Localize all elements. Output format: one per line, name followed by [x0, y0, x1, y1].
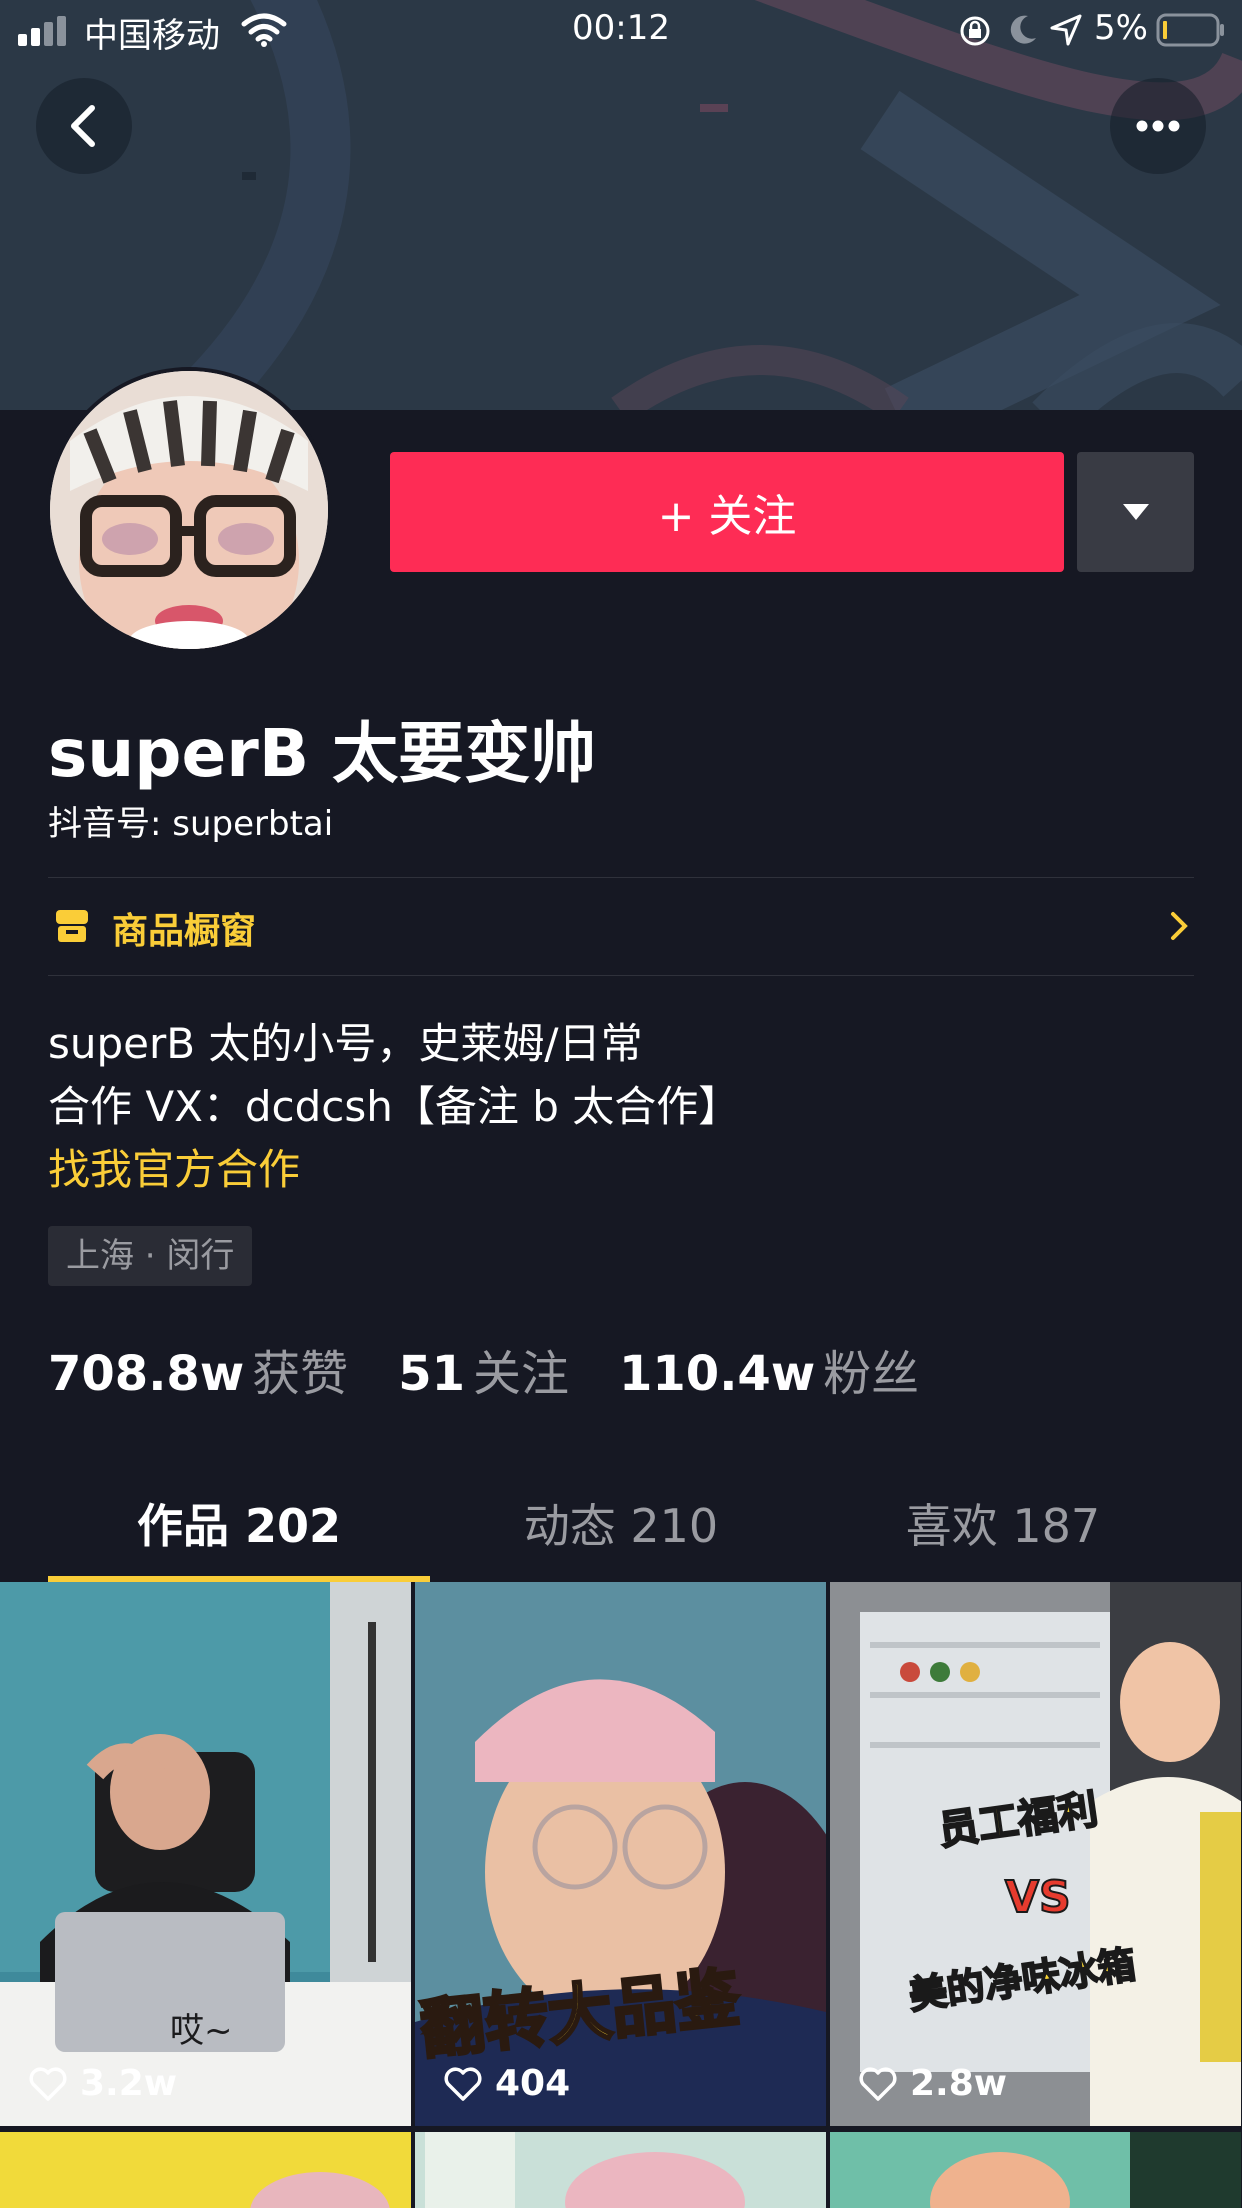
more-button[interactable] [1110, 78, 1206, 174]
avatar[interactable] [46, 367, 332, 653]
stats-row: 708.8w 获赞 51 关注 110.4w 粉丝 [48, 1334, 969, 1404]
likes-label: 获赞 [252, 1346, 349, 1402]
following-count[interactable]: 51 [398, 1346, 465, 1402]
video-thumbnail-image [425, 2132, 745, 2208]
tab-likes[interactable]: 喜欢 187 [812, 1490, 1194, 1556]
video-thumbnail-image [250, 2172, 390, 2208]
bio-line: superB 太的小号，史莱姆/日常 [48, 1019, 643, 1068]
battery-percent: 5% [1094, 8, 1148, 48]
video-thumbnail[interactable] [415, 2132, 826, 2208]
heart-icon [859, 2067, 897, 2101]
profile-banner [0, 0, 1242, 410]
chevron-right-icon [1171, 912, 1188, 940]
following-label[interactable]: 关注 [473, 1334, 569, 1404]
heart-icon [29, 2067, 67, 2101]
likes-count: 708.8w [48, 1346, 245, 1402]
video-likes: 404 [443, 2063, 570, 2104]
battery-icon [1156, 13, 1224, 47]
video-thumbnail-image: 翻转大品鉴 [415, 1582, 826, 2126]
likes-count: 3.2w [80, 2063, 178, 2104]
profile-name: superB 太要变帅 [48, 715, 597, 792]
tab-works[interactable]: 作品 202 [48, 1490, 430, 1556]
triangle-down-icon [1122, 504, 1149, 520]
tab-dynamics[interactable]: 动态 210 [430, 1490, 812, 1556]
account-id: 抖音号: superbtai [48, 804, 334, 844]
video-thumbnail[interactable]: 员工福利 VS 美的净味冰箱 2.8w [830, 1582, 1241, 2126]
video-likes: 3.2w [28, 2063, 177, 2104]
follow-label: + 关注 [657, 491, 797, 542]
chevron-left-icon [71, 105, 95, 147]
video-thumbnail-image [930, 2132, 1241, 2208]
followers-count[interactable]: 110.4w [619, 1346, 815, 1402]
video-thumbnail[interactable]: 翻转大品鉴 404 [415, 1582, 826, 2126]
video-likes: 2.8w [858, 2063, 1007, 2104]
heart-icon [444, 2067, 482, 2101]
back-button[interactable] [36, 78, 132, 174]
official-cooperation-link[interactable]: 找我官方合作 [48, 1136, 300, 1197]
follow-button[interactable]: + 关注 [390, 452, 1064, 572]
ellipsis-icon [1136, 120, 1180, 132]
video-thumbnail-image: 员工福利 VS 美的净味冰箱 [830, 1582, 1241, 2126]
video-caption: VS [1005, 1872, 1071, 1923]
moon-icon [1010, 15, 1036, 44]
location-arrow-icon [1050, 14, 1082, 46]
shop-icon [56, 910, 88, 942]
bio-line: 合作 VX：dcdcsh【备注 b 太合作】 [48, 1082, 741, 1131]
banner-pattern [0, 0, 1242, 410]
likes-count: 2.8w [910, 2063, 1008, 2104]
video-caption: 哎~ [170, 2011, 233, 2051]
video-thumbnail[interactable] [830, 2132, 1241, 2208]
avatar-image [50, 371, 328, 649]
shop-window-row[interactable]: 商品橱窗 [48, 878, 1194, 974]
likes-count: 404 [495, 2063, 571, 2104]
rotation-lock-icon [960, 16, 990, 46]
followers-label[interactable]: 粉丝 [823, 1334, 919, 1404]
location-tag: 上海 · 闵行 [48, 1226, 253, 1286]
video-thumbnail-image: 哎~ [0, 1582, 411, 2126]
video-thumbnail[interactable]: 哎~ 3.2w [0, 1582, 411, 2126]
shop-window-label: 商品橱窗 [112, 911, 257, 952]
divider [48, 975, 1194, 976]
video-thumbnail[interactable] [0, 2132, 411, 2208]
recommend-dropdown-button[interactable] [1077, 452, 1194, 572]
status-bar: 中国移动 00:12 5% [0, 0, 1242, 60]
